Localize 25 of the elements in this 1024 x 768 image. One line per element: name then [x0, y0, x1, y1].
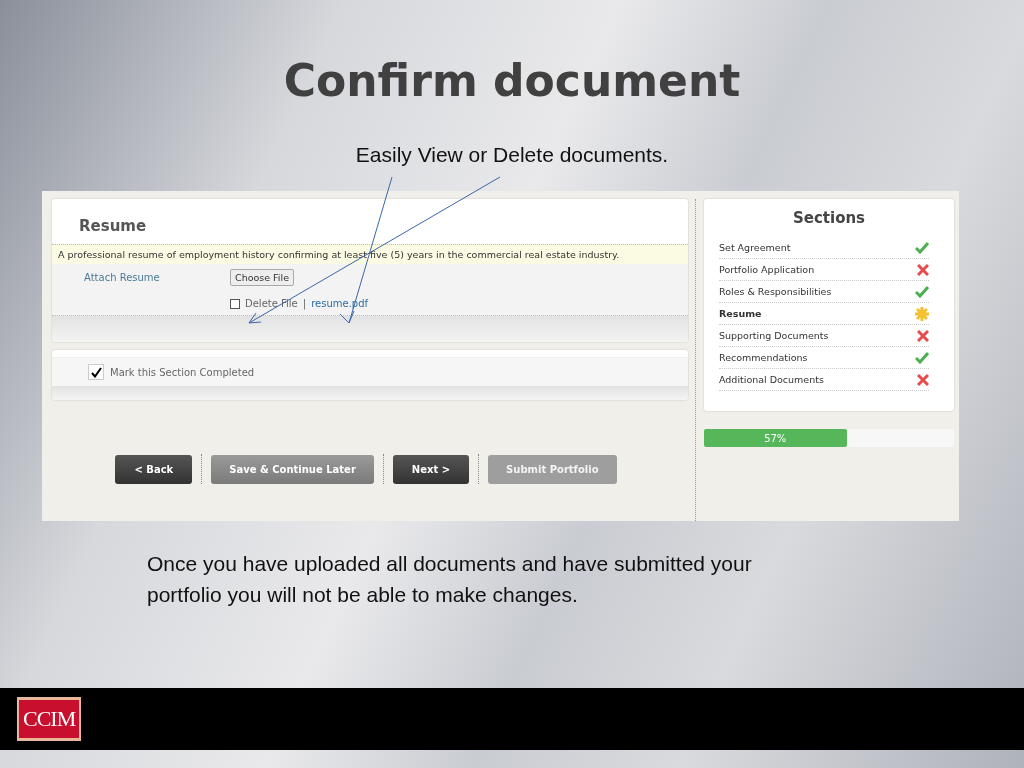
section-link[interactable]: Resume	[719, 308, 762, 319]
section-link[interactable]: Set Agreement	[719, 242, 791, 253]
section-link[interactable]: Supporting Documents	[719, 330, 829, 341]
delete-checkbox[interactable]	[230, 298, 240, 309]
progress-reading: 57%	[764, 432, 787, 444]
nav-button[interactable]: < Back	[115, 454, 193, 484]
slide-subtitle: Easily View or Delete documents.	[355, 143, 669, 167]
card-title: Sections	[791, 209, 867, 227]
section-link[interactable]: Additional Documents	[719, 374, 824, 385]
nav-button[interactable]: Next >	[392, 454, 470, 484]
section-description: A professional resume of employment history confirming at least five (5) years in the commercial real estate industry.	[52, 244, 688, 264]
checkbox-label: Delete File	[245, 298, 298, 309]
separator-text: |	[302, 298, 307, 309]
completed-checkbox[interactable]	[88, 364, 104, 380]
section-link[interactable]: Roles & Responsibilities	[719, 286, 832, 297]
card-title: Resume	[78, 216, 148, 237]
file-link[interactable]: resume.pdf	[311, 298, 369, 309]
field-label: Attach Resume	[84, 271, 161, 285]
section-link[interactable]: Recommendations	[719, 352, 808, 363]
choose-file-button[interactable]: Choose File	[230, 269, 294, 286]
checkbox-label: Mark this Section Completed	[110, 366, 255, 378]
section-link[interactable]: Portfolio Application	[719, 264, 815, 275]
slide-note: Once you have uploaded all documents and have submitted your portfolio you will not be able to make changes.	[147, 551, 753, 608]
logo: CCIM	[17, 697, 82, 741]
slide-title: Confirm document	[282, 54, 742, 108]
